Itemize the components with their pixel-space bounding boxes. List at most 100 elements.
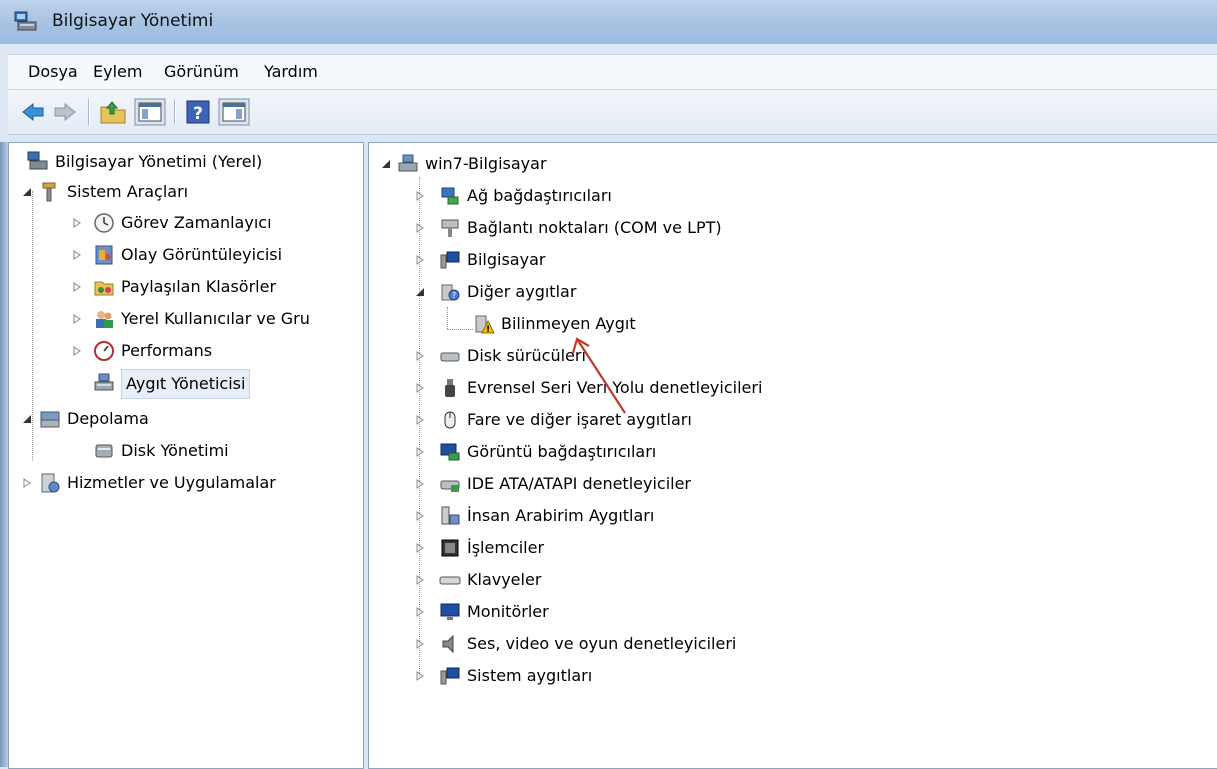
- device-category-label: Ses, video ve oyun denetleyicileri: [467, 634, 737, 653]
- system-devices-icon: [440, 667, 460, 685]
- keyboard-icon: [439, 576, 461, 585]
- collapsed-arrow-icon[interactable]: [415, 223, 425, 233]
- toolbar-separator: [174, 99, 175, 125]
- processor-icon: [441, 539, 459, 557]
- expanded-arrow-icon[interactable]: [22, 187, 32, 197]
- expanded-arrow-icon[interactable]: [22, 414, 32, 424]
- tree-item-storage[interactable]: Depolama: [9, 405, 363, 433]
- collapsed-arrow-icon[interactable]: [415, 447, 425, 457]
- show-hide-console-tree-icon[interactable]: [134, 98, 166, 126]
- device-category-label: İnsan Arabirim Aygıtları: [467, 506, 655, 525]
- tree-item-event-viewer[interactable]: Olay Görüntüleyicisi: [9, 241, 363, 269]
- event-log-icon: [95, 245, 113, 265]
- collapsed-arrow-icon[interactable]: [415, 511, 425, 521]
- tree-item-root[interactable]: Bilgisayar Yönetimi (Yerel): [9, 148, 363, 176]
- device-category[interactable]: Disk sürücüleri: [369, 342, 1209, 370]
- title-bar: Bilgisayar Yönetimi: [0, 0, 1217, 44]
- device-category[interactable]: IDE ATA/ATAPI denetleyiciler: [369, 470, 1209, 498]
- menu-dosya[interactable]: Dosya: [28, 62, 78, 81]
- computer-management-icon: [27, 151, 48, 170]
- expanded-arrow-icon[interactable]: [381, 159, 391, 169]
- collapsed-arrow-icon[interactable]: [415, 351, 425, 361]
- tree-item-system-tools[interactable]: Sistem Araçları: [9, 178, 363, 206]
- device-category-label: İşlemciler: [467, 538, 545, 557]
- device-root-label: win7-Bilgisayar: [425, 154, 547, 173]
- show-hide-action-pane-icon[interactable]: [218, 98, 250, 126]
- menu-gorunum[interactable]: Görünüm: [164, 62, 239, 81]
- collapsed-arrow-icon[interactable]: [415, 575, 425, 585]
- collapsed-arrow-icon[interactable]: [72, 218, 82, 228]
- mouse-icon: [444, 411, 456, 429]
- menu-yardim[interactable]: Yardım: [264, 62, 318, 81]
- annotation-arrow: [571, 337, 626, 414]
- tree-item-label: Görev Zamanlayıcı: [121, 213, 272, 232]
- collapsed-arrow-icon[interactable]: [415, 543, 425, 553]
- up-folder-icon[interactable]: [98, 98, 128, 126]
- unknown-device-category-icon: ?: [441, 284, 460, 301]
- collapsed-arrow-icon[interactable]: [415, 671, 425, 681]
- tree-item-device-manager[interactable]: Aygıt Yöneticisi: [9, 369, 363, 399]
- back-icon[interactable]: [20, 98, 46, 126]
- collapsed-arrow-icon[interactable]: [72, 282, 82, 292]
- users-icon: [96, 311, 113, 328]
- tree-item-label: Sistem Araçları: [67, 182, 189, 201]
- computer-icon: [398, 154, 418, 172]
- expanded-arrow-icon[interactable]: [415, 287, 425, 297]
- performance-gauge-icon: [94, 341, 114, 361]
- collapsed-arrow-icon[interactable]: [22, 478, 32, 488]
- device-category-label: Ağ bağdaştırıcıları: [467, 186, 612, 205]
- tree-item-shared-folders[interactable]: Paylaşılan Klasörler: [9, 273, 363, 301]
- tree-item-label: Olay Görüntüleyicisi: [121, 245, 283, 264]
- tree-item-task-scheduler[interactable]: Görev Zamanlayıcı: [9, 209, 363, 237]
- device-category[interactable]: ? Diğer aygıtlar: [369, 278, 1209, 306]
- device-category[interactable]: Bağlantı noktaları (COM ve LPT): [369, 214, 1209, 242]
- tree-item-label: Paylaşılan Klasörler: [121, 277, 277, 296]
- toolbar-separator: [88, 99, 89, 125]
- menu-eylem[interactable]: Eylem: [93, 62, 142, 81]
- collapsed-arrow-icon[interactable]: [415, 607, 425, 617]
- unknown-device-item[interactable]: ! Bilinmeyen Aygıt: [369, 310, 1209, 338]
- usb-icon: [445, 379, 455, 397]
- device-category[interactable]: Sistem aygıtları: [369, 662, 1209, 690]
- collapsed-arrow-icon[interactable]: [415, 191, 425, 201]
- collapsed-arrow-icon[interactable]: [415, 479, 425, 489]
- monitor-icon: [440, 603, 460, 620]
- collapsed-arrow-icon[interactable]: [415, 639, 425, 649]
- tree-item-services-apps[interactable]: Hizmetler ve Uygulamalar: [9, 469, 363, 497]
- device-category-label: Bağlantı noktaları (COM ve LPT): [467, 218, 722, 237]
- network-adapter-icon: [441, 187, 459, 205]
- device-category[interactable]: Monitörler: [369, 598, 1209, 626]
- svg-text:?: ?: [193, 104, 203, 124]
- device-category[interactable]: Klavyeler: [369, 566, 1209, 594]
- tree-item-local-users[interactable]: Yerel Kullanıcılar ve Gru: [9, 305, 363, 333]
- collapsed-arrow-icon[interactable]: [415, 383, 425, 393]
- tree-item-disk-management[interactable]: Disk Yönetimi: [9, 437, 363, 465]
- device-category[interactable]: İşlemciler: [369, 534, 1209, 562]
- console-tree-pane: Bilgisayar Yönetimi (Yerel) Sistem Araçl…: [8, 142, 364, 769]
- device-category[interactable]: Ses, video ve oyun denetleyicileri: [369, 630, 1209, 658]
- device-root[interactable]: win7-Bilgisayar: [369, 150, 1209, 178]
- collapsed-arrow-icon[interactable]: [415, 255, 425, 265]
- tree-item-label: Yerel Kullanıcılar ve Gru: [121, 309, 310, 328]
- toolbar: ?: [8, 90, 1217, 135]
- computer-management-icon: [14, 11, 37, 31]
- device-category[interactable]: Evrensel Seri Veri Yolu denetleyicileri: [369, 374, 1209, 402]
- collapsed-arrow-icon[interactable]: [415, 415, 425, 425]
- warning-device-icon: !: [475, 315, 495, 335]
- device-category[interactable]: Ağ bağdaştırıcıları: [369, 182, 1209, 210]
- shared-folder-icon: [94, 281, 114, 296]
- collapsed-arrow-icon[interactable]: [72, 346, 82, 356]
- display-adapter-icon: [440, 443, 460, 461]
- device-category[interactable]: Fare ve diğer işaret aygıtları: [369, 406, 1209, 434]
- device-category[interactable]: İnsan Arabirim Aygıtları: [369, 502, 1209, 530]
- window-title: Bilgisayar Yönetimi: [52, 11, 214, 31]
- tree-item-performance[interactable]: Performans: [9, 337, 363, 365]
- tree-item-label: Disk Yönetimi: [121, 441, 229, 460]
- help-icon[interactable]: ?: [184, 98, 212, 126]
- collapsed-arrow-icon[interactable]: [72, 250, 82, 260]
- device-category[interactable]: Görüntü bağdaştırıcıları: [369, 438, 1209, 466]
- device-category[interactable]: Bilgisayar: [369, 246, 1209, 274]
- collapsed-arrow-icon[interactable]: [72, 314, 82, 324]
- tree-item-label: Bilgisayar Yönetimi (Yerel): [55, 152, 263, 171]
- forward-icon[interactable]: [52, 98, 78, 126]
